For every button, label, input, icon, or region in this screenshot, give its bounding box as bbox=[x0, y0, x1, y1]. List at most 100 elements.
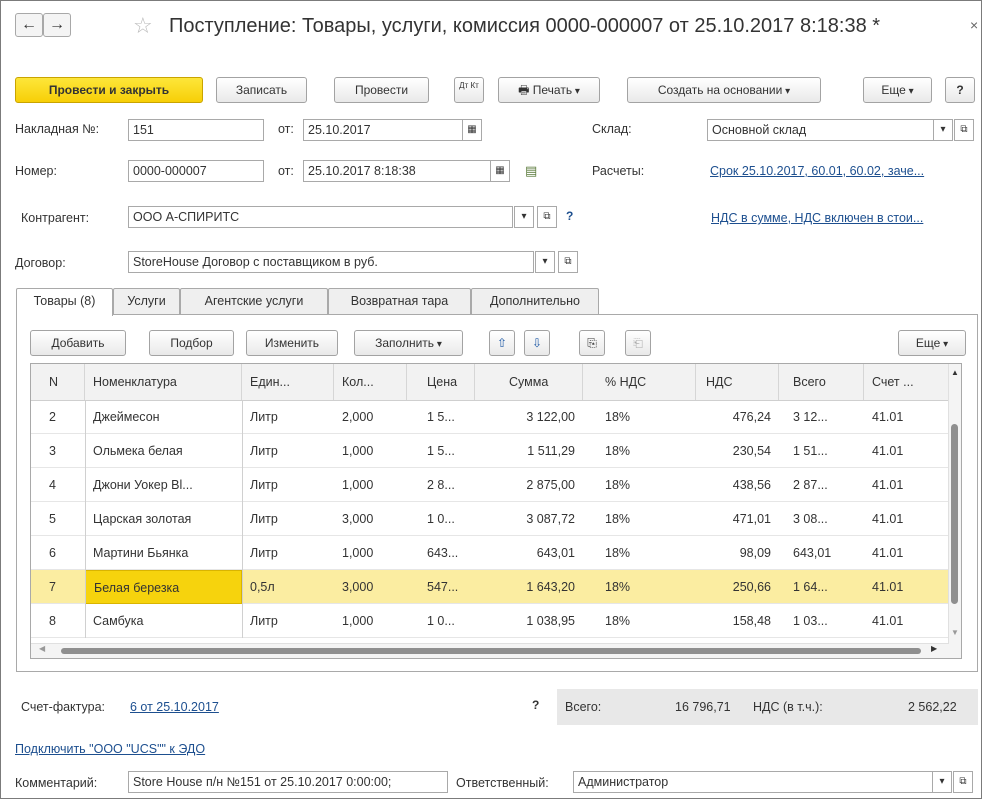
scroll-down-icon[interactable]: ▼ bbox=[951, 628, 959, 637]
cell-total[interactable]: 1 51... bbox=[779, 434, 864, 468]
column-header-n[interactable]: N bbox=[31, 364, 85, 400]
warehouse-open-icon[interactable]: ⧉ bbox=[954, 119, 974, 141]
cell-vat-rate[interactable]: 18% bbox=[583, 536, 696, 570]
counterparty-open-icon[interactable]: ⧉ bbox=[537, 206, 557, 228]
column-header-sum[interactable]: Сумма bbox=[475, 364, 583, 400]
responsible-open-icon[interactable]: ⧉ bbox=[953, 771, 973, 793]
favorite-star-icon[interactable]: ☆ bbox=[133, 13, 153, 39]
counterparty-field[interactable]: ООО А-СПИРИТС bbox=[128, 206, 513, 228]
cell-vat[interactable]: 98,09 bbox=[696, 536, 779, 570]
cell-n[interactable]: 2 bbox=[31, 400, 85, 434]
cell-vat-rate[interactable]: 18% bbox=[583, 604, 696, 638]
fill-button[interactable]: Заполнить bbox=[354, 330, 463, 356]
contract-field[interactable]: StoreHouse Договор с поставщиком в руб. bbox=[128, 251, 534, 273]
cell-qty[interactable]: 1,000 bbox=[334, 604, 407, 638]
print-button[interactable]: 🖶 Печать bbox=[498, 77, 600, 103]
cell-total[interactable]: 1 64... bbox=[779, 570, 864, 604]
vertical-scrollbar[interactable]: ▲ ▼ bbox=[948, 364, 961, 658]
counterparty-help-icon[interactable]: ? bbox=[566, 209, 573, 223]
cell-total[interactable]: 3 08... bbox=[779, 502, 864, 536]
cell-n[interactable]: 6 bbox=[31, 536, 85, 570]
calendar-icon[interactable]: ▦ bbox=[462, 119, 482, 141]
table-row[interactable]: 6 Мартини Бьянка Литр 1,000 643... 643,01 18% 9… bbox=[31, 536, 949, 570]
edo-link[interactable]: Подключить "ООО "UCS"" к ЭДО bbox=[15, 742, 205, 756]
cell-account[interactable]: 41.01 bbox=[864, 604, 949, 638]
change-button[interactable]: Изменить bbox=[246, 330, 338, 356]
cell-account[interactable]: 41.01 bbox=[864, 434, 949, 468]
cell-name[interactable]: Самбука bbox=[85, 604, 242, 638]
cell-price[interactable]: 1 5... bbox=[407, 400, 475, 434]
cell-price[interactable]: 643... bbox=[407, 536, 475, 570]
move-up-button[interactable]: ⇧ bbox=[489, 330, 515, 356]
cell-vat-rate[interactable]: 18% bbox=[583, 400, 696, 434]
table-more-button[interactable]: Еще bbox=[898, 330, 966, 356]
warehouse-field[interactable]: Основной склад bbox=[707, 119, 934, 141]
cell-name[interactable]: Джеймесон bbox=[85, 400, 242, 434]
vat-link[interactable]: НДС в сумме, НДС включен в стои... bbox=[711, 211, 923, 225]
cell-account[interactable]: 41.01 bbox=[864, 468, 949, 502]
cell-sum[interactable]: 2 875,00 bbox=[475, 468, 583, 502]
cell-total[interactable]: 643,01 bbox=[779, 536, 864, 570]
table-row[interactable]: 7 Белая березка 0,5л 3,000 547... 1 643,20 18%… bbox=[31, 570, 949, 604]
post-button[interactable]: Провести bbox=[334, 77, 429, 103]
tab-additional[interactable]: Дополнительно bbox=[471, 288, 599, 314]
move-down-button[interactable]: ⇩ bbox=[524, 330, 550, 356]
cell-unit[interactable]: Литр bbox=[242, 502, 334, 536]
create-based-on-button[interactable]: Создать на основании bbox=[627, 77, 821, 103]
cell-sum[interactable]: 3 122,00 bbox=[475, 400, 583, 434]
responsible-dropdown-icon[interactable]: ▾ bbox=[932, 771, 952, 793]
dt-kt-button[interactable]: Дт Кт bbox=[454, 77, 484, 103]
cell-price[interactable]: 2 8... bbox=[407, 468, 475, 502]
cell-vat-rate[interactable]: 18% bbox=[583, 434, 696, 468]
cell-account[interactable]: 41.01 bbox=[864, 502, 949, 536]
cell-vat[interactable]: 476,24 bbox=[696, 400, 779, 434]
horizontal-scroll-thumb[interactable] bbox=[61, 648, 921, 654]
cell-vat-rate[interactable]: 18% bbox=[583, 468, 696, 502]
calendar-icon[interactable]: ▦ bbox=[490, 160, 510, 182]
contract-open-icon[interactable]: ⧉ bbox=[558, 251, 578, 273]
cell-unit[interactable]: Литр bbox=[242, 468, 334, 502]
table-row[interactable]: 5 Царская золотая Литр 3,000 1 0... 3 087,72 1… bbox=[31, 502, 949, 536]
totals-help-icon[interactable]: ? bbox=[532, 698, 539, 712]
copy-button[interactable]: ⎘ bbox=[579, 330, 605, 356]
tab-services[interactable]: Услуги bbox=[113, 288, 180, 314]
cell-price[interactable]: 1 0... bbox=[407, 502, 475, 536]
column-header-vat[interactable]: НДС bbox=[696, 364, 779, 400]
cell-name[interactable]: Белая березка bbox=[85, 570, 242, 604]
cell-name[interactable]: Ольмека белая bbox=[85, 434, 242, 468]
contract-dropdown-icon[interactable]: ▾ bbox=[535, 251, 555, 273]
cell-account[interactable]: 41.01 bbox=[864, 536, 949, 570]
cell-name[interactable]: Царская золотая bbox=[85, 502, 242, 536]
cell-account[interactable]: 41.01 bbox=[864, 400, 949, 434]
cell-qty[interactable]: 2,000 bbox=[334, 400, 407, 434]
column-header-total[interactable]: Всего bbox=[779, 364, 864, 400]
cell-n[interactable]: 3 bbox=[31, 434, 85, 468]
cell-total[interactable]: 3 12... bbox=[779, 400, 864, 434]
document-history-icon[interactable]: ▤ bbox=[525, 163, 537, 179]
invoice-date-field[interactable]: 25.10.2017 bbox=[303, 119, 463, 141]
cell-price[interactable]: 1 0... bbox=[407, 604, 475, 638]
counterparty-dropdown-icon[interactable]: ▾ bbox=[514, 206, 534, 228]
tab-returnable-containers[interactable]: Возвратная тара bbox=[328, 288, 471, 314]
cell-total[interactable]: 2 87... bbox=[779, 468, 864, 502]
cell-sum[interactable]: 3 087,72 bbox=[475, 502, 583, 536]
pick-button[interactable]: Подбор bbox=[149, 330, 234, 356]
cell-unit[interactable]: Литр bbox=[242, 604, 334, 638]
save-button[interactable]: Записать bbox=[216, 77, 307, 103]
column-header-unit[interactable]: Един... bbox=[242, 364, 334, 400]
settlements-link[interactable]: Срок 25.10.2017, 60.01, 60.02, заче... bbox=[710, 164, 924, 178]
cell-qty[interactable]: 1,000 bbox=[334, 536, 407, 570]
post-and-close-button[interactable]: Провести и закрыть bbox=[15, 77, 203, 103]
number-field[interactable]: 0000-000007 bbox=[128, 160, 264, 182]
cell-vat-rate[interactable]: 18% bbox=[583, 570, 696, 604]
table-row[interactable]: 4 Джони Уокер Bl... Литр 1,000 2 8... 2 875,0… bbox=[31, 468, 949, 502]
number-date-field[interactable]: 25.10.2017 8:18:38 bbox=[303, 160, 491, 182]
back-button[interactable]: ← bbox=[15, 13, 43, 37]
cell-qty[interactable]: 1,000 bbox=[334, 434, 407, 468]
comment-field[interactable]: Store House п/н №151 от 25.10.2017 0:00:… bbox=[128, 771, 448, 793]
table-row[interactable]: 8 Самбука Литр 1,000 1 0... 1 038,95 18% 158,48… bbox=[31, 604, 949, 638]
responsible-field[interactable]: Администратор bbox=[573, 771, 933, 793]
cell-price[interactable]: 1 5... bbox=[407, 434, 475, 468]
cell-qty[interactable]: 3,000 bbox=[334, 502, 407, 536]
scroll-left-icon[interactable]: ◀ bbox=[39, 644, 45, 653]
